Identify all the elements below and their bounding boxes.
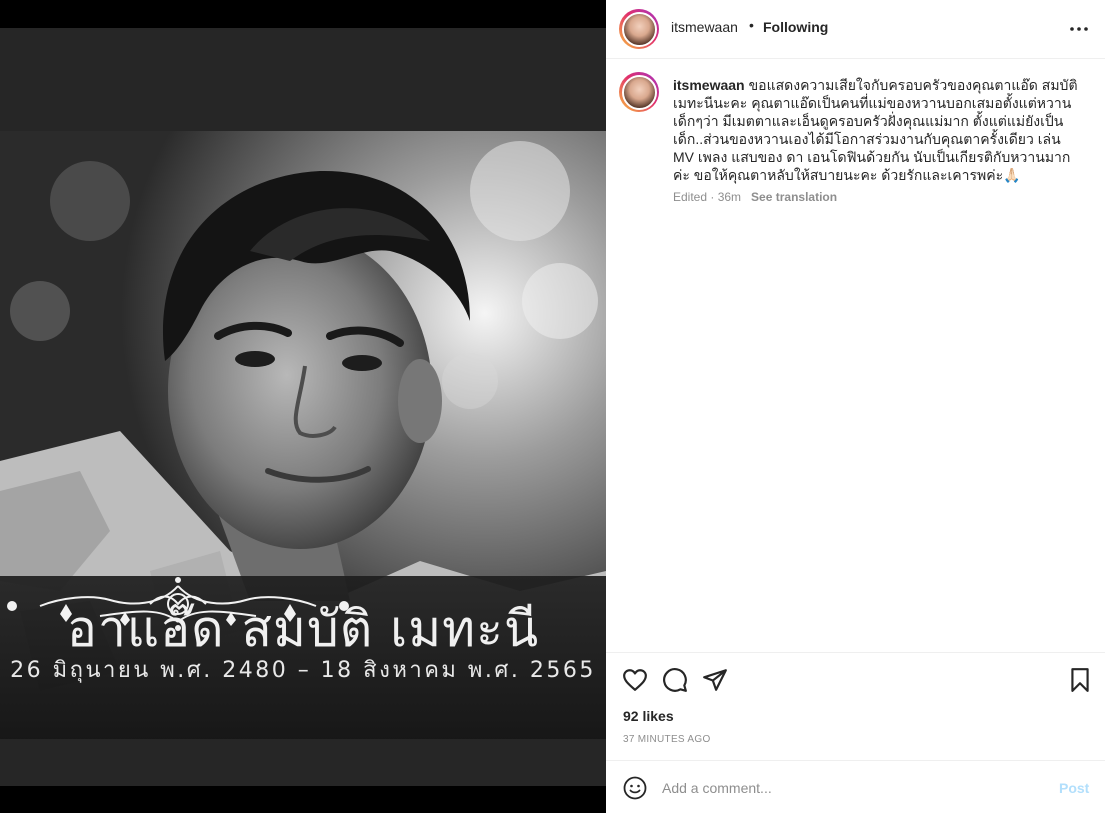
post-timestamp[interactable]: 37 MINUTES AGO	[623, 734, 711, 745]
media-backdrop: อาแอ๊ด สมบัติ เมทะนี 26 มิถุนายน พ.ศ. 24…	[0, 28, 606, 786]
avatar	[621, 11, 657, 47]
header-avatar[interactable]	[619, 9, 659, 49]
more-horizontal-icon[interactable]	[1068, 20, 1090, 38]
header-separator: •	[749, 17, 754, 33]
likes-count[interactable]: 92 likes	[623, 708, 674, 724]
post-header: itsmewaan • Following	[606, 0, 1105, 59]
post-side-panel: itsmewaan • Following itsmewaan ขอแสดงควา…	[606, 0, 1105, 813]
share-icon[interactable]	[702, 667, 728, 693]
bookmark-icon[interactable]	[1067, 667, 1093, 693]
heart-icon[interactable]	[622, 667, 648, 693]
caption-avatar[interactable]	[619, 72, 659, 112]
comment-icon[interactable]	[662, 667, 688, 693]
see-translation-link[interactable]: See translation	[751, 190, 837, 204]
avatar	[621, 74, 657, 110]
memorial-photo[interactable]: อาแอ๊ด สมบัติ เมทะนี 26 มิถุนายน พ.ศ. 24…	[0, 131, 606, 739]
post-media: อาแอ๊ด สมบัติ เมทะนี 26 มิถุนายน พ.ศ. 24…	[0, 0, 606, 813]
instagram-post-modal: อาแอ๊ด สมบัติ เมทะนี 26 มิถุนายน พ.ศ. 24…	[0, 0, 1105, 813]
comment-input[interactable]	[662, 775, 1042, 801]
memorial-dates: 26 มิถุนายน พ.ศ. 2480 – 18 สิงหาคม พ.ศ. …	[10, 658, 596, 683]
header-username[interactable]: itsmewaan	[671, 19, 738, 35]
caption-username[interactable]: itsmewaan	[673, 77, 745, 93]
emoji-icon[interactable]	[623, 776, 647, 800]
floral-ornament-icon	[7, 577, 349, 631]
following-button[interactable]: Following	[763, 19, 828, 35]
edited-timestamp: Edited · 36m	[673, 190, 742, 204]
memorial-caption: อาแอ๊ด สมบัติ เมทะนี 26 มิถุนายน พ.ศ. 24…	[0, 576, 606, 739]
post-comment-button[interactable]: Post	[1059, 780, 1089, 796]
post-caption: itsmewaan ขอแสดงความเสียใจกับครอบครัวของค…	[673, 76, 1083, 184]
add-comment-bar: Post	[606, 760, 1105, 813]
action-bar	[606, 652, 1105, 704]
caption-meta: Edited · 36m See translation	[673, 190, 837, 204]
